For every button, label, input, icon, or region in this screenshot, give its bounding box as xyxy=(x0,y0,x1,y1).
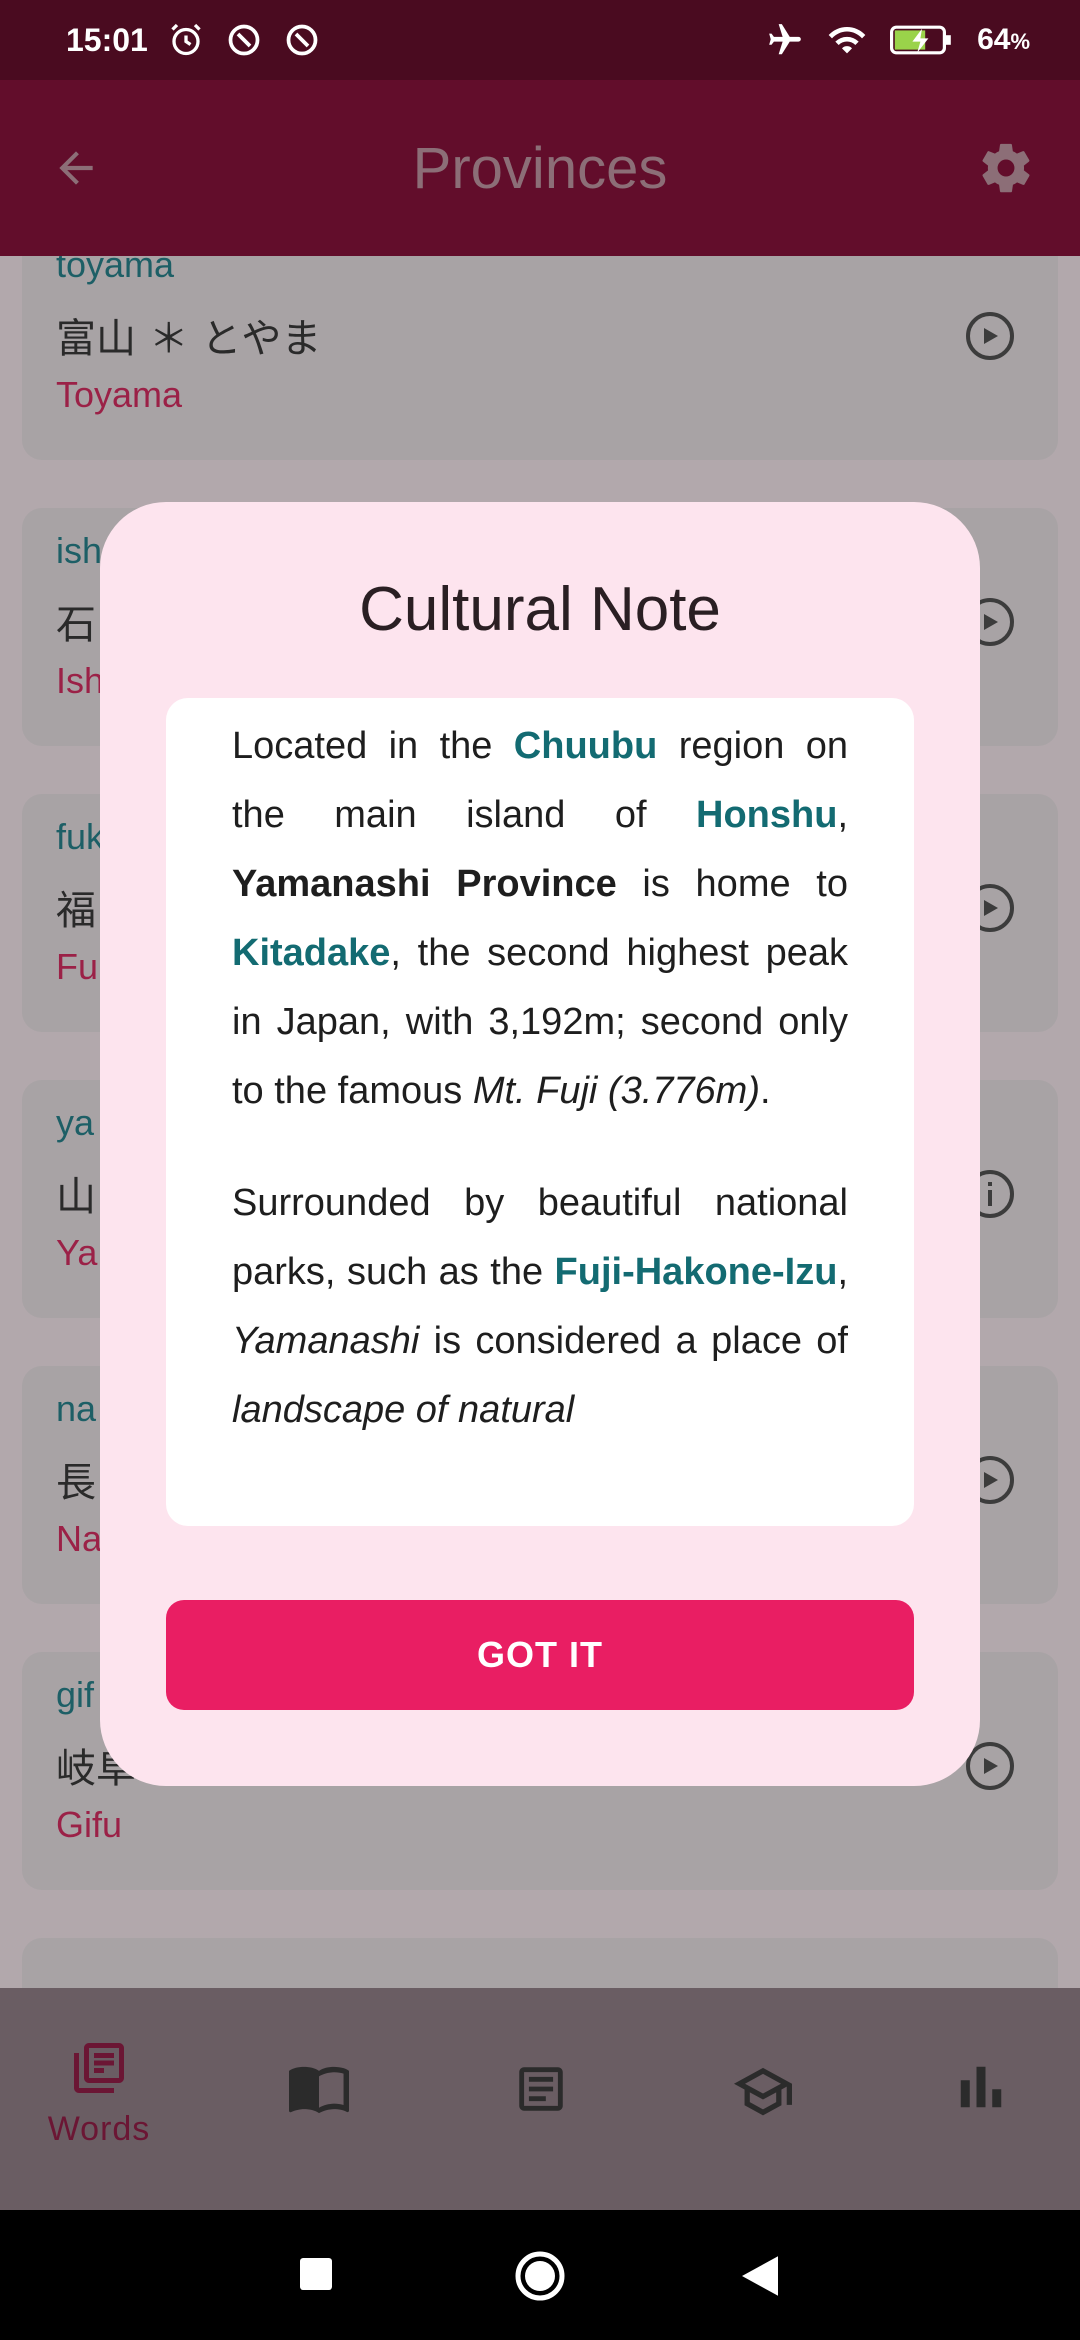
highlight-honshu: Honshu xyxy=(696,794,838,836)
cultural-note-dialog: Cultural Note Located in the Chuubu regi… xyxy=(100,502,980,1786)
dialog-title: Cultural Note xyxy=(359,575,721,644)
status-bar: 15:01 64% xyxy=(0,0,1080,80)
page-title: Provinces xyxy=(412,135,668,201)
card-romaji: ish xyxy=(56,530,103,571)
nav-item-words[interactable]: Words xyxy=(44,2038,154,2158)
nav-item-reading[interactable] xyxy=(264,2060,374,2180)
bar-chart-icon xyxy=(960,2066,1002,2108)
card-english: Gifu xyxy=(56,1804,123,1845)
dialog-body[interactable]: Located in the Chuubu region on the main… xyxy=(166,698,914,1526)
card-english: Ya xyxy=(56,1232,98,1273)
paragraph-1: Located in the Chuubu region on the main… xyxy=(232,712,848,1126)
card-romaji: ya xyxy=(56,1102,95,1143)
settings-button[interactable] xyxy=(974,136,1038,200)
card-english: Fu xyxy=(56,946,99,987)
battery-percentage: 64% xyxy=(977,23,1030,56)
highlight-kitadake: Kitadake xyxy=(232,932,391,974)
italic-landscape: landscape of natural xyxy=(232,1389,575,1431)
library-books-icon xyxy=(74,2043,124,2093)
nav-item-learn[interactable] xyxy=(708,2060,818,2180)
card-kana: 富山 ＊ とやま xyxy=(56,316,322,362)
recents-square-icon[interactable] xyxy=(300,2258,332,2290)
list-item[interactable]: toyama 富山 ＊ とやま Toyama xyxy=(22,256,1058,460)
status-right: 64% xyxy=(765,20,1030,60)
card-english: Toyama xyxy=(56,374,183,415)
card-english: Na xyxy=(56,1518,103,1559)
text: , xyxy=(837,1251,848,1293)
card-kana: 長 xyxy=(56,1460,96,1506)
text: is considered a place of xyxy=(419,1320,848,1362)
bold-yamanashi-province: Yamanashi Province xyxy=(232,863,617,905)
wifi-icon xyxy=(827,20,867,60)
italic-mt-fuji: Mt. Fuji (3.776m) xyxy=(472,1070,760,1112)
airplane-icon xyxy=(765,20,805,60)
nav-label-words: Words xyxy=(47,2110,151,2148)
highlight-fuji-hakone-izu: Fuji-Hakone-Izu xyxy=(554,1251,838,1293)
paragraph-2: Surrounded by beautiful national parks, … xyxy=(232,1169,848,1445)
card-romaji: na xyxy=(56,1388,97,1429)
data-saver-icon xyxy=(224,20,264,60)
graduation-cap-icon xyxy=(734,2067,792,2116)
highlight-chuubu: Chuubu xyxy=(513,725,658,767)
text: Located in the xyxy=(232,725,514,767)
nav-item-stats[interactable] xyxy=(926,2060,1036,2180)
back-triangle-icon[interactable] xyxy=(742,2256,778,2296)
system-nav-bar xyxy=(0,2210,1080,2340)
card-english: Ish xyxy=(56,660,105,701)
text: , xyxy=(837,794,848,836)
bottom-nav: Words xyxy=(0,1988,1080,2210)
card-kana: 石 xyxy=(56,602,96,648)
battery-charging-icon xyxy=(889,20,955,60)
nav-item-articles[interactable] xyxy=(486,2060,596,2180)
card-romaji: gif xyxy=(56,1674,95,1715)
card-romaji: fuk xyxy=(56,816,105,857)
text: . xyxy=(759,1070,771,1112)
italic-yamanashi: Yamanashi xyxy=(232,1320,420,1362)
play-circle-icon[interactable] xyxy=(966,312,1014,360)
back-button[interactable] xyxy=(46,138,106,198)
alarm-icon xyxy=(166,20,206,60)
card-kana: 福 xyxy=(56,888,96,934)
list-item[interactable] xyxy=(22,1938,1058,1988)
app-bar: Provinces xyxy=(0,80,1080,256)
data-saver-icon xyxy=(282,20,322,60)
article-icon xyxy=(519,2067,563,2111)
got-it-button[interactable]: GOT IT xyxy=(166,1600,914,1710)
card-romaji: toyama xyxy=(56,256,175,285)
card-kana: 山 xyxy=(56,1174,96,1220)
home-circle-icon[interactable] xyxy=(514,2250,566,2302)
gear-icon xyxy=(982,143,1030,193)
arrow-left-icon xyxy=(59,151,93,185)
text: is home to xyxy=(616,863,848,905)
open-book-icon xyxy=(289,2066,349,2114)
status-left: 15:01 xyxy=(66,20,765,60)
status-time: 15:01 xyxy=(66,21,148,58)
